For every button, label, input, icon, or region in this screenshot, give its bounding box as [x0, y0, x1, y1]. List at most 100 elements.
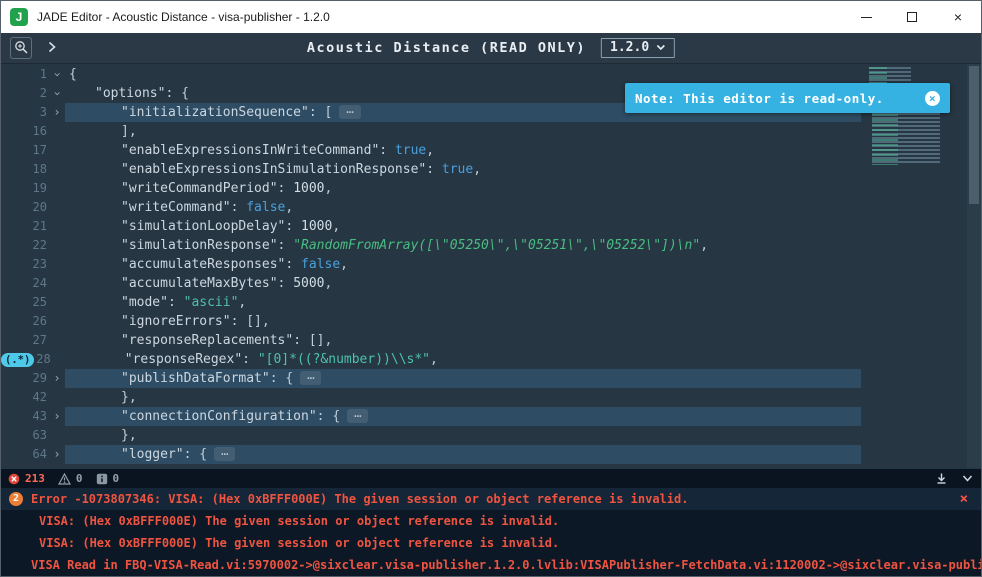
editor-line-25[interactable]: 25"mode": "ascii", [1, 293, 861, 312]
gutter: (.*)28 [1, 350, 69, 369]
gutter: 16 [1, 122, 65, 141]
fold-expand-icon[interactable]: › [49, 369, 65, 388]
minimap-block [872, 109, 898, 165]
console-error-row[interactable]: VISA: (Hex 0xBFFF000E) The given session… [1, 532, 981, 554]
line-content[interactable]: "publishDataFormat": {⋯ [65, 369, 861, 388]
console-error-row[interactable]: VISA Read in FBQ-VISA-Read.vi:5970002->@… [1, 554, 981, 576]
line-content[interactable]: }, [65, 388, 861, 407]
console-error-row[interactable]: VISA: (Hex 0xBFFF000E) The given session… [1, 510, 981, 532]
jade-editor-window: J JADE Editor - Acoustic Distance - visa… [0, 0, 982, 577]
collapse-console-icon[interactable] [961, 474, 974, 483]
line-content[interactable]: "logger": {⋯ [65, 445, 861, 464]
line-content[interactable]: "writeCommandPeriod": 1000, [65, 179, 861, 198]
console-error-text: VISA: (Hex 0xBFFF000E) The given session… [39, 536, 559, 550]
editor-line-21[interactable]: 21"simulationLoopDelay": 1000, [1, 217, 861, 236]
editor-line-26[interactable]: 26 "ignoreErrors": [], [1, 312, 861, 331]
folded-region-ellipsis[interactable]: ⋯ [347, 409, 368, 423]
error-repeat-count-badge: 2 [9, 492, 23, 506]
close-button[interactable]: × [935, 1, 981, 33]
editor-line-63[interactable]: 63}, [1, 426, 861, 445]
line-content[interactable]: "enableExpressionsInSimulationResponse":… [65, 160, 861, 179]
token-bool: true [395, 143, 426, 158]
console-error-text: Error -1073807346: VISA: (Hex 0xBFFF000E… [31, 492, 688, 506]
token-punct: , [430, 352, 438, 367]
line-content[interactable]: { [65, 65, 861, 84]
warning-count: 0 [76, 472, 83, 485]
editor-line-28[interactable]: (.*)28"responseRegex": "[0]*((?&number))… [1, 350, 861, 369]
warning-count-icon[interactable] [58, 473, 71, 485]
scroll-to-bottom-icon[interactable] [935, 472, 948, 485]
editor-line-24[interactable]: 24"accumulateMaxBytes": 5000, [1, 274, 861, 293]
line-content[interactable]: "simulationLoopDelay": 1000, [65, 217, 861, 236]
editor-line-22[interactable]: 22 "simulationResponse": "RandomFromArray… [1, 236, 861, 255]
token-bool: false [246, 200, 285, 215]
token-bool: false [301, 257, 340, 272]
editor-line-19[interactable]: 19"writeCommandPeriod": 1000, [1, 179, 861, 198]
console-rows: 2 Error -1073807346: VISA: (Hex 0xBFFF000… [1, 488, 981, 576]
folded-region-ellipsis[interactable]: ⋯ [339, 105, 360, 119]
line-content[interactable]: "connectionConfiguration": {⋯ [65, 407, 861, 426]
token-punct: : [285, 257, 301, 272]
folded-region-ellipsis[interactable]: ⋯ [300, 371, 321, 385]
editor-line-64[interactable]: 64›"logger": {⋯ [1, 445, 861, 464]
zoom-button[interactable] [10, 37, 32, 59]
line-content[interactable]: "responseReplacements": [], [65, 331, 861, 350]
line-content[interactable]: "simulationResponse": "RandomFromArray([… [65, 236, 861, 255]
line-number: 22 [33, 236, 49, 255]
editor-toolbar: Acoustic Distance (READ ONLY) 1.2.0 [1, 33, 981, 64]
token-punct: : [293, 333, 309, 348]
console-error-row[interactable]: 2 Error -1073807346: VISA: (Hex 0xBFFF000… [1, 488, 981, 510]
line-content[interactable]: "accumulateResponses": false, [65, 255, 861, 274]
error-count: 213 [25, 472, 45, 485]
minimize-button[interactable] [843, 1, 889, 33]
editor-line-27[interactable]: 27"responseReplacements": [], [1, 331, 861, 350]
dismiss-error-icon[interactable]: × [960, 491, 968, 507]
editor-line-18[interactable]: 18"enableExpressionsInSimulationResponse… [1, 160, 861, 179]
token-punct: , [700, 238, 708, 253]
version-dropdown[interactable]: 1.2.0 [601, 38, 675, 58]
line-content[interactable]: }, [65, 426, 861, 445]
editor-line-42[interactable]: 42}, [1, 388, 861, 407]
regex-hint-badge[interactable]: (.*) [1, 353, 34, 367]
line-number: 23 [33, 255, 49, 274]
fold-expand-icon[interactable]: › [49, 407, 65, 426]
editor-line-43[interactable]: 43›"connectionConfiguration": {⋯ [1, 407, 861, 426]
fold-expand-icon[interactable]: › [49, 103, 65, 122]
folded-region-ellipsis[interactable]: ⋯ [214, 447, 235, 461]
line-content[interactable]: "mode": "ascii", [65, 293, 861, 312]
scrollbar-thumb[interactable] [969, 66, 979, 204]
token-num: 5000 [293, 276, 324, 291]
line-content[interactable]: "enableExpressionsInWriteCommand": true, [65, 141, 861, 160]
token-key: "responseReplacements" [121, 333, 293, 348]
expand-all-button[interactable] [41, 37, 63, 59]
line-content[interactable]: "ignoreErrors": [], [65, 312, 861, 331]
line-content[interactable]: "responseRegex": "[0]*((?&number))\\s*", [69, 350, 861, 369]
gutter: 18 [1, 160, 65, 179]
line-number: 26 [33, 312, 49, 331]
token-num: 1000 [293, 181, 324, 196]
editor-scrollbar[interactable] [967, 64, 981, 468]
console-error-text: VISA Read in FBQ-VISA-Read.vi:5970002->@… [31, 558, 981, 572]
fold-collapse-icon[interactable]: › [48, 67, 67, 83]
token-punct: , [473, 162, 481, 177]
gutter: 2› [1, 84, 65, 103]
editor-line-16[interactable]: 16], [1, 122, 861, 141]
error-count-icon[interactable] [8, 473, 20, 485]
line-content[interactable]: "accumulateMaxBytes": 5000, [65, 274, 861, 293]
editor-line-23[interactable]: 23 "accumulateResponses": false, [1, 255, 861, 274]
editor-line-17[interactable]: 17"enableExpressionsInWriteCommand": tru… [1, 141, 861, 160]
fold-collapse-icon[interactable]: › [48, 86, 67, 102]
maximize-icon [907, 12, 917, 22]
editor-line-1[interactable]: 1›{ [1, 65, 861, 84]
editor-line-29[interactable]: 29›"publishDataFormat": {⋯ [1, 369, 861, 388]
editor-line-20[interactable]: 20"writeCommand": false, [1, 198, 861, 217]
maximize-button[interactable] [889, 1, 935, 33]
token-punct: , [238, 295, 246, 310]
line-content[interactable]: "writeCommand": false, [65, 198, 861, 217]
token-punct: }, [121, 428, 137, 443]
line-content[interactable]: ], [65, 122, 861, 141]
notification-close-icon[interactable]: × [925, 91, 940, 106]
minimap[interactable] [863, 64, 965, 468]
fold-expand-icon[interactable]: › [49, 445, 65, 464]
info-count-icon[interactable] [96, 473, 108, 485]
